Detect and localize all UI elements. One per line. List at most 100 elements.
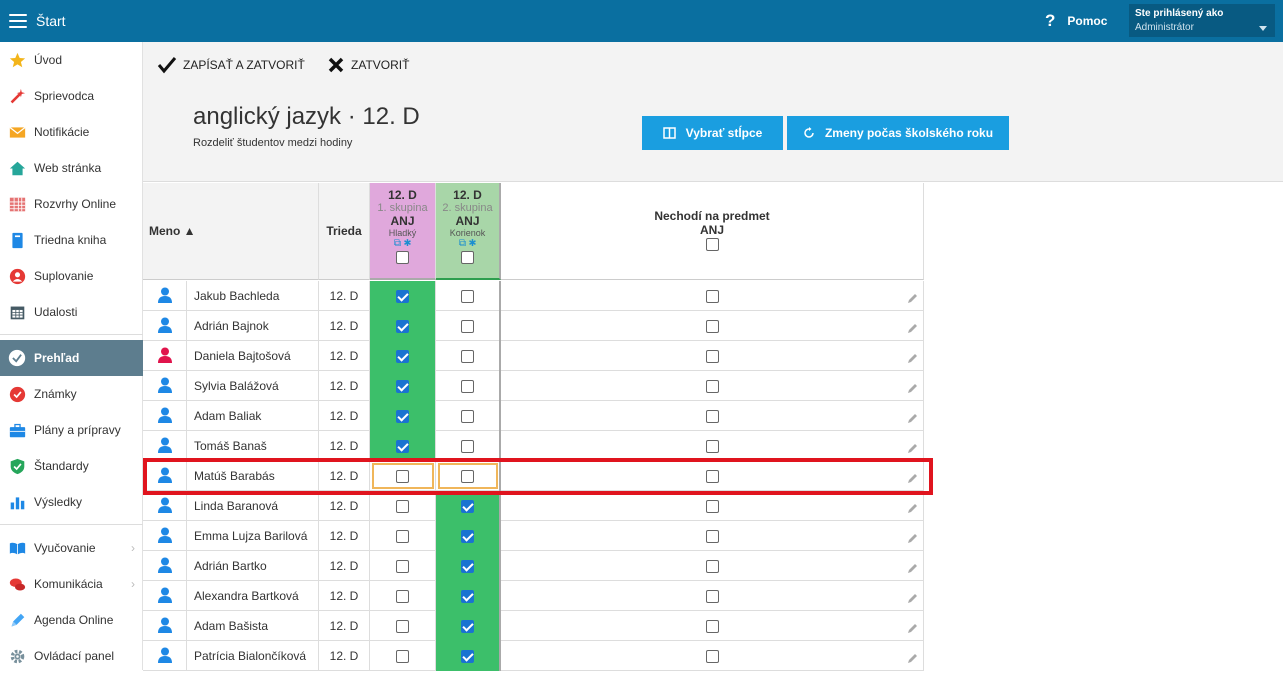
group2-checkbox[interactable]: [461, 499, 474, 513]
group2-checkbox[interactable]: [461, 439, 474, 453]
sidebar-item-výsledky[interactable]: Výsledky: [0, 484, 143, 520]
not-attending-checkbox[interactable]: [705, 319, 719, 333]
sidebar-item-label: Notifikácie: [34, 125, 90, 139]
gear-icon[interactable]: ✱: [469, 238, 476, 249]
group1-checkbox[interactable]: [396, 379, 409, 393]
sidebar-item-suplovanie[interactable]: Suplovanie: [0, 258, 143, 294]
pencil-icon[interactable]: [907, 293, 918, 307]
column-header-group2: 12. D 2. skupina ANJ Korienok ⧉ ✱: [436, 183, 501, 280]
sidebar-item-vyučovanie[interactable]: Vyučovanie ›: [0, 530, 143, 566]
app-title[interactable]: Štart: [36, 13, 66, 29]
group2-cell: [436, 341, 501, 371]
student-class-cell: 12. D: [319, 521, 370, 551]
sidebar-item-udalosti[interactable]: Udalosti: [0, 294, 143, 330]
student-class: 12. D: [329, 559, 359, 573]
student-name: Daniela Bajtošová: [194, 349, 291, 363]
sidebar-item-rozvrhy-online[interactable]: Rozvrhy Online: [0, 186, 143, 222]
pencil-icon[interactable]: [907, 503, 918, 517]
not-attending-checkbox[interactable]: [705, 529, 719, 543]
group2-checkbox[interactable]: [461, 319, 474, 333]
student-name: Adrián Bartko: [194, 559, 267, 573]
not-attending-checkbox[interactable]: [705, 379, 719, 393]
group1-checkbox[interactable]: [396, 409, 409, 423]
group1-cell: [370, 641, 436, 671]
copy-icon[interactable]: ⧉: [394, 238, 401, 249]
sidebar-item-web-stránka[interactable]: Web stránka: [0, 150, 143, 186]
student-avatar-cell: [143, 491, 187, 521]
sidebar-item-komunikácia[interactable]: Komunikácia ›: [0, 566, 143, 602]
group2-checkbox[interactable]: [461, 289, 474, 303]
group1-checkbox[interactable]: [396, 619, 409, 633]
select-columns-button[interactable]: Vybrať stĺpce: [642, 116, 783, 150]
pencil-icon[interactable]: [907, 593, 918, 607]
group1-select-all-checkbox[interactable]: [396, 251, 409, 264]
group2-checkbox[interactable]: [461, 559, 474, 573]
pencil-icon[interactable]: [907, 653, 918, 667]
group1-checkbox[interactable]: [396, 439, 409, 453]
year-changes-button[interactable]: Zmeny počas školského roku: [787, 116, 1009, 150]
sidebar-item-štandardy[interactable]: Štandardy: [0, 448, 143, 484]
pencil-icon[interactable]: [907, 473, 918, 487]
help-link[interactable]: ? Pomoc: [1045, 0, 1107, 42]
pencil-icon[interactable]: [907, 323, 918, 337]
sidebar-item-známky[interactable]: Známky: [0, 376, 143, 412]
sidebar-item-notifikácie[interactable]: Notifikácie: [0, 114, 143, 150]
student-name-cell: Emma Lujza Barilová: [187, 521, 319, 551]
group2-checkbox[interactable]: [461, 589, 474, 603]
not-attending-checkbox[interactable]: [705, 589, 719, 603]
pencil-icon[interactable]: [907, 383, 918, 397]
sidebar-item-triedna-kniha[interactable]: Triedna kniha: [0, 222, 143, 258]
not-attending-checkbox[interactable]: [705, 349, 719, 363]
group1-cell: [370, 521, 436, 551]
not-attending-checkbox[interactable]: [705, 409, 719, 423]
pencil-icon[interactable]: [907, 623, 918, 637]
menu-icon[interactable]: [9, 14, 27, 28]
group2-checkbox[interactable]: [461, 379, 474, 393]
sidebar-item-ovládací-panel[interactable]: Ovládací panel: [0, 638, 143, 674]
copy-icon[interactable]: ⧉: [459, 238, 466, 249]
sidebar-item-label: Výsledky: [34, 495, 83, 509]
not-attending-checkbox[interactable]: [705, 439, 719, 453]
sidebar-item-úvod[interactable]: Úvod: [0, 42, 143, 78]
group2-checkbox[interactable]: [461, 649, 474, 663]
group1-checkbox[interactable]: [396, 529, 409, 543]
group2-checkbox[interactable]: [461, 619, 474, 633]
not-attending-select-all-checkbox[interactable]: [705, 238, 719, 251]
sidebar-item-agenda-online[interactable]: Agenda Online: [0, 602, 143, 638]
column-header-name[interactable]: Meno ▲: [143, 183, 319, 280]
group1-checkbox[interactable]: [396, 559, 409, 573]
sidebar-item-sprievodca[interactable]: Sprievodca: [0, 78, 143, 114]
group1-checkbox[interactable]: [396, 319, 409, 333]
column-header-class[interactable]: Trieda: [319, 183, 370, 280]
not-attending-checkbox[interactable]: [705, 469, 719, 483]
group1-checkbox[interactable]: [396, 289, 409, 303]
sidebar-item-plány-a-prípravy[interactable]: Plány a prípravy: [0, 412, 143, 448]
sidebar: Úvod Sprievodca Notifikácie Web stránka Rozv…: [0, 42, 143, 670]
group1-checkbox[interactable]: [396, 349, 409, 363]
group2-checkbox[interactable]: [461, 529, 474, 543]
group1-cell: [370, 611, 436, 641]
pencil-icon[interactable]: [907, 533, 918, 547]
group1-checkbox[interactable]: [396, 589, 409, 603]
not-attending-checkbox[interactable]: [705, 559, 719, 573]
not-attending-checkbox[interactable]: [705, 649, 719, 663]
not-attending-cell: [501, 491, 924, 521]
group2-select-all-checkbox[interactable]: [461, 251, 474, 264]
group1-checkbox[interactable]: [396, 499, 409, 513]
gear-icon[interactable]: ✱: [404, 238, 411, 249]
pencil-icon[interactable]: [907, 353, 918, 367]
pencil-icon[interactable]: [907, 563, 918, 577]
group1-checkbox[interactable]: [396, 649, 409, 663]
not-attending-checkbox[interactable]: [705, 499, 719, 513]
not-attending-checkbox[interactable]: [705, 289, 719, 303]
save-close-button[interactable]: ZAPÍSAŤ A ZATVORIŤ: [157, 56, 305, 74]
user-menu[interactable]: Ste prihlásený ako Administrátor: [1129, 4, 1275, 37]
not-attending-checkbox[interactable]: [705, 619, 719, 633]
pencil-icon[interactable]: [907, 413, 918, 427]
student-class: 12. D: [329, 379, 359, 393]
group2-checkbox[interactable]: [461, 349, 474, 363]
pencil-icon[interactable]: [907, 443, 918, 457]
close-button[interactable]: ZATVORIŤ: [327, 56, 409, 74]
sidebar-item-prehľad[interactable]: Prehľad: [0, 340, 143, 376]
group2-checkbox[interactable]: [461, 409, 474, 423]
